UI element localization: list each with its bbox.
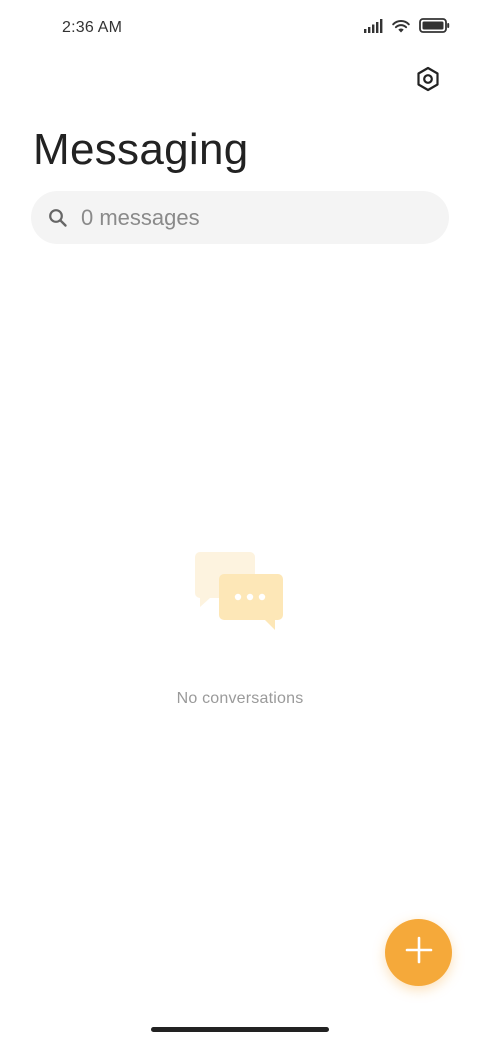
battery-icon xyxy=(419,18,450,38)
status-bar: 2:36 AM xyxy=(0,0,480,56)
plus-icon xyxy=(405,936,433,969)
empty-state-text: No conversations xyxy=(176,690,304,707)
signal-icon xyxy=(364,18,383,38)
empty-state: No conversations xyxy=(0,548,480,708)
status-time: 2:36 AM xyxy=(62,19,123,36)
home-indicator[interactable] xyxy=(151,1027,329,1032)
settings-button[interactable] xyxy=(410,63,446,99)
page-title: Messaging xyxy=(33,125,249,174)
chat-bubbles-icon xyxy=(192,548,288,634)
wifi-icon xyxy=(391,18,411,38)
search-bar[interactable] xyxy=(31,191,449,244)
new-conversation-button[interactable] xyxy=(385,919,452,986)
search-input[interactable] xyxy=(81,204,401,231)
search-icon xyxy=(47,207,69,229)
status-icons xyxy=(364,18,450,38)
settings-hexagon-icon xyxy=(415,66,441,97)
